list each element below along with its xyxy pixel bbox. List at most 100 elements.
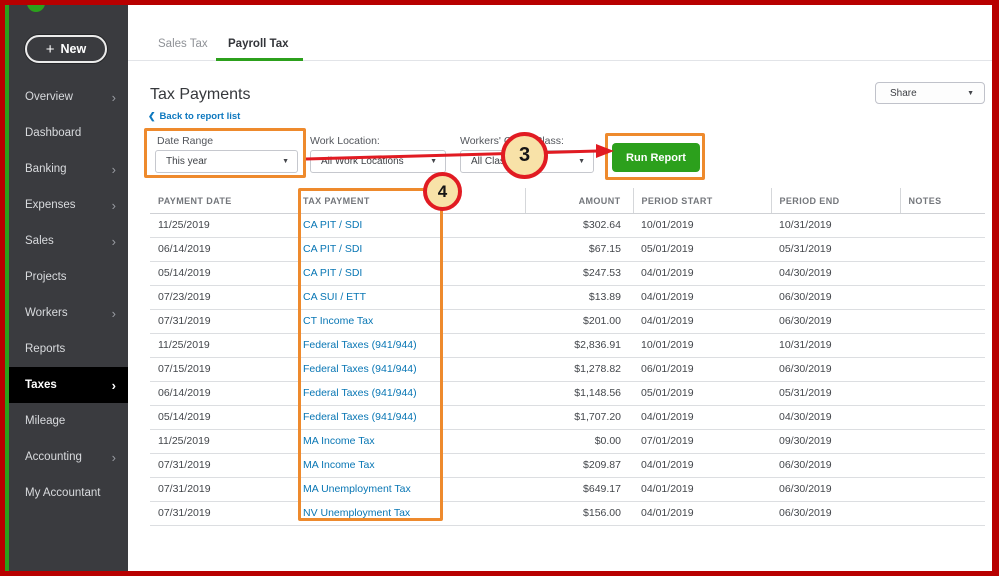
sidebar-item-dashboard[interactable]: Dashboard <box>9 115 128 151</box>
amount-cell: $209.87 <box>525 454 633 478</box>
table-row: 11/25/2019CA PIT / SDI$302.6410/01/20191… <box>150 214 985 238</box>
plus-icon: + <box>46 42 55 57</box>
notes-cell <box>900 382 985 406</box>
sidebar-item-label: Dashboard <box>25 127 81 139</box>
period-end-cell: 04/30/2019 <box>771 262 900 286</box>
sidebar-item-label: Mileage <box>25 415 65 427</box>
period-end-cell: 05/31/2019 <box>771 238 900 262</box>
sidebar-item-mileage[interactable]: Mileage <box>9 403 128 439</box>
period-start-cell: 10/01/2019 <box>633 334 771 358</box>
sidebar-item-sales[interactable]: Sales› <box>9 223 128 259</box>
notes-cell <box>900 286 985 310</box>
period-end-cell: 04/30/2019 <box>771 406 900 430</box>
payment-date-cell: 05/14/2019 <box>150 262 295 286</box>
notes-cell <box>900 334 985 358</box>
new-button-label: New <box>61 42 87 56</box>
back-to-report-list-link[interactable]: ❮Back to report list <box>148 111 240 122</box>
payment-date-cell: 07/31/2019 <box>150 454 295 478</box>
sidebar-item-accounting[interactable]: Accounting› <box>9 439 128 475</box>
sidebar-item-label: Projects <box>25 271 67 283</box>
sidebar-item-overview[interactable]: Overview › <box>9 79 128 115</box>
payment-date-cell: 11/25/2019 <box>150 214 295 238</box>
table-row: 11/25/2019MA Income Tax$0.0007/01/201909… <box>150 430 985 454</box>
payment-date-cell: 05/14/2019 <box>150 406 295 430</box>
payment-date-cell: 07/23/2019 <box>150 286 295 310</box>
col-header-payment-date[interactable]: PAYMENT DATE <box>150 188 295 214</box>
sidebar-item-taxes[interactable]: Taxes › <box>9 367 128 403</box>
period-start-cell: 04/01/2019 <box>633 454 771 478</box>
back-chevron-icon: ❮ <box>148 111 156 121</box>
notes-cell <box>900 214 985 238</box>
payment-date-cell: 07/31/2019 <box>150 478 295 502</box>
sidebar-nav: Overview › Dashboard Banking › Expenses›Sales… <box>9 79 128 511</box>
table-row: 07/31/2019CT Income Tax$201.0004/01/2019… <box>150 310 985 334</box>
sidebar-item-label: Accounting <box>25 451 82 463</box>
period-start-cell: 05/01/2019 <box>633 238 771 262</box>
tab-sales-tax[interactable]: Sales Tax <box>158 38 208 50</box>
amount-cell: $302.64 <box>525 214 633 238</box>
quickbooks-logo-icon <box>27 5 45 12</box>
period-start-cell: 04/01/2019 <box>633 286 771 310</box>
notes-cell <box>900 430 985 454</box>
period-end-cell: 06/30/2019 <box>771 358 900 382</box>
period-start-cell: 04/01/2019 <box>633 502 771 526</box>
period-end-cell: 06/30/2019 <box>771 286 900 310</box>
sidebar-item-label: Taxes <box>25 379 57 391</box>
app-window: + New Overview › Dashboard Banking › Expenses… <box>0 0 999 576</box>
notes-cell <box>900 310 985 334</box>
payment-date-cell: 11/25/2019 <box>150 430 295 454</box>
new-button[interactable]: + New <box>25 35 107 63</box>
sidebar-item-label: Banking <box>25 163 67 175</box>
period-start-cell: 04/01/2019 <box>633 406 771 430</box>
sidebar-item-reports[interactable]: Reports <box>9 331 128 367</box>
table-row: 11/25/2019Federal Taxes (941/944)$2,836.… <box>150 334 985 358</box>
chevron-right-icon: › <box>112 307 116 320</box>
notes-cell <box>900 478 985 502</box>
period-end-cell: 10/31/2019 <box>771 214 900 238</box>
sidebar: + New Overview › Dashboard Banking › Expenses… <box>9 5 128 571</box>
annotation-box-tax-payment-column <box>298 188 443 521</box>
table-row: 06/14/2019Federal Taxes (941/944)$1,148.… <box>150 382 985 406</box>
chevron-right-icon: › <box>112 163 116 176</box>
period-end-cell: 06/30/2019 <box>771 454 900 478</box>
col-header-notes[interactable]: NOTES <box>900 188 985 214</box>
tab-payroll-tax[interactable]: Payroll Tax <box>228 38 289 50</box>
sidebar-item-my-accountant[interactable]: My Accountant <box>9 475 128 511</box>
payment-date-cell: 11/25/2019 <box>150 334 295 358</box>
col-header-period-end[interactable]: PERIOD END <box>771 188 900 214</box>
main-content: Sales Tax Payroll Tax Tax Payments Share… <box>128 5 993 571</box>
chevron-right-icon: › <box>112 91 116 104</box>
payment-date-cell: 06/14/2019 <box>150 382 295 406</box>
tab-bar: Sales Tax Payroll Tax <box>128 5 993 61</box>
sidebar-item-banking[interactable]: Banking › <box>9 151 128 187</box>
period-end-cell: 09/30/2019 <box>771 430 900 454</box>
active-tab-underline <box>216 58 303 61</box>
amount-cell: $2,836.91 <box>525 334 633 358</box>
page-title: Tax Payments <box>150 86 250 104</box>
sidebar-item-label: Overview <box>25 91 73 103</box>
table-row: 05/14/2019CA PIT / SDI$247.5304/01/20190… <box>150 262 985 286</box>
sidebar-item-workers[interactable]: Workers› <box>9 295 128 331</box>
annotation-step-3-badge: 3 <box>501 132 548 179</box>
amount-cell: $13.89 <box>525 286 633 310</box>
table-row: 05/14/2019Federal Taxes (941/944)$1,707.… <box>150 406 985 430</box>
chevron-right-icon: › <box>112 235 116 248</box>
chevron-right-icon: › <box>112 379 116 392</box>
col-header-period-start[interactable]: PERIOD START <box>633 188 771 214</box>
amount-cell: $649.17 <box>525 478 633 502</box>
caret-down-icon: ▼ <box>967 90 974 97</box>
sidebar-item-projects[interactable]: Projects <box>9 259 128 295</box>
period-start-cell: 06/01/2019 <box>633 358 771 382</box>
period-start-cell: 04/01/2019 <box>633 310 771 334</box>
amount-cell: $67.15 <box>525 238 633 262</box>
payment-date-cell: 07/31/2019 <box>150 310 295 334</box>
share-dropdown[interactable]: Share ▼ <box>875 82 985 104</box>
sidebar-item-expenses[interactable]: Expenses› <box>9 187 128 223</box>
period-start-cell: 10/01/2019 <box>633 214 771 238</box>
table-row: 07/31/2019MA Income Tax$209.8704/01/2019… <box>150 454 985 478</box>
annotation-step-4-badge: 4 <box>423 172 462 211</box>
period-start-cell: 04/01/2019 <box>633 478 771 502</box>
col-header-amount[interactable]: AMOUNT <box>525 188 633 214</box>
payment-date-cell: 07/15/2019 <box>150 358 295 382</box>
annotation-arrow <box>304 143 622 165</box>
